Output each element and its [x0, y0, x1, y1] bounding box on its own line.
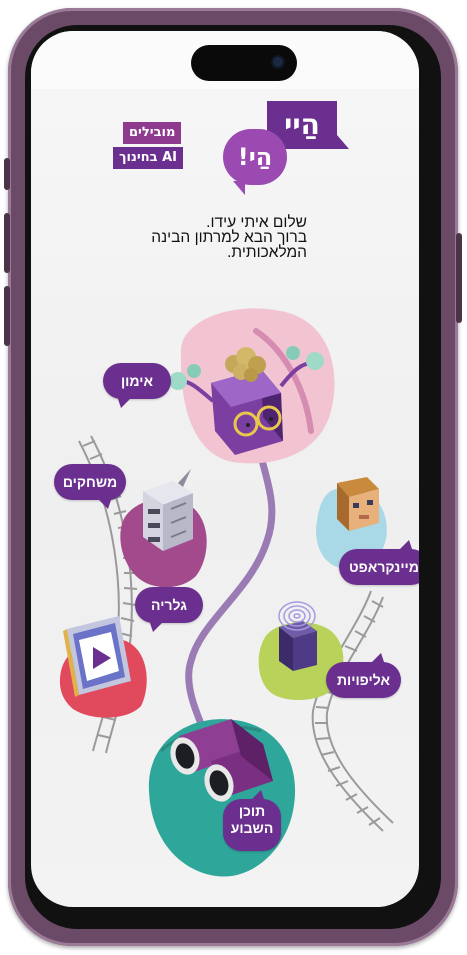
weekly-content-illustration: [148, 719, 296, 877]
logo-front-speech-bubble: הַי!: [223, 129, 287, 195]
menu-games-button[interactable]: משחקים: [54, 464, 126, 509]
greeting-line-3: המלאכותית.: [227, 244, 307, 261]
gallery-illustration: [59, 616, 147, 718]
mute-switch: [4, 158, 10, 190]
ladder-right: [311, 590, 394, 832]
menu-training-button[interactable]: אימון: [103, 363, 171, 408]
menu-gallery-button[interactable]: גלריה: [135, 587, 203, 632]
volume-down-button: [4, 286, 10, 346]
volume-up-button: [4, 213, 10, 273]
training-illustration: [169, 308, 335, 464]
app-screen: מובילים AI בחינוך הַיי הַי! שלום איתי עי…: [31, 31, 419, 907]
menu-championships-button[interactable]: אליפויות: [326, 653, 401, 698]
brand-tag-bottom: AI בחינוך: [113, 147, 183, 169]
camera-icon: [273, 57, 283, 67]
games-illustration: [120, 469, 207, 588]
weekly-content-line-1: תוכן: [238, 803, 266, 819]
menu-weekly-content-button[interactable]: תוכן השבוע: [223, 790, 281, 851]
greeting-text: שלום איתי עידו. ברוך הבא למרתון הבינה המ…: [151, 214, 307, 261]
brand-tag-top: מובילים: [123, 122, 182, 144]
dynamic-island: [191, 45, 297, 81]
weekly-content-line-2: השבוע: [230, 820, 274, 836]
logo-secondary-text: הַי!: [237, 143, 273, 171]
power-button: [456, 233, 462, 323]
map-path: [185, 427, 276, 765]
greeting-line-2: ברוך הבא למרתון הבינה: [151, 229, 307, 246]
menu-minecraft-button[interactable]: מיינקראפט: [339, 540, 419, 585]
greeting-line-1: שלום איתי עידו.: [206, 214, 307, 231]
